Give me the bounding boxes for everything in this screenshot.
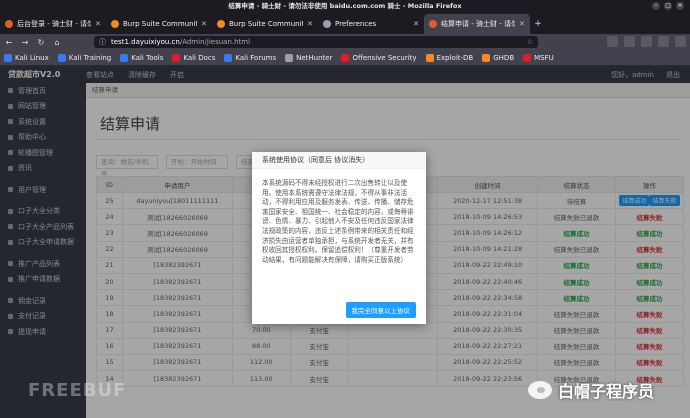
browser-tab-active[interactable]: 结算申请 - 骑士财 - 请勿法非✕ [424, 14, 530, 34]
watermark-text: 白帽子程序员 [558, 382, 655, 401]
bookmark-favicon-icon [341, 53, 350, 62]
new-tab-icon[interactable]: + [530, 14, 546, 34]
tab-close-icon[interactable]: ✕ [519, 20, 525, 28]
extension-icon[interactable] [641, 36, 652, 47]
watermark-left: FREEBUF [28, 380, 127, 401]
navigation-bar: ← → ↻ ⌂ ⓘ test1.dayuixiyou.cn/Admin/jies… [0, 34, 690, 50]
bookmark-label: GHDB [493, 53, 515, 62]
bookmark-item[interactable]: NetHunter [285, 53, 333, 62]
bookmark-item[interactable]: MSFU [523, 53, 554, 62]
bookmark-favicon-icon [120, 53, 129, 62]
tab-close-icon[interactable]: ✕ [413, 20, 419, 28]
bookmark-favicon-icon [523, 53, 532, 62]
forward-arrow-icon[interactable]: → [20, 38, 30, 47]
watermark: 白帽子程序员 [528, 378, 654, 402]
bookmark-label: Kali Forums [235, 53, 277, 62]
reload-icon[interactable]: ↻ [36, 38, 46, 47]
agreement-dialog: 系统使用协议（同意后 协议消失） 本系统源码不得未经授权进行二次出售转让以及使用… [252, 152, 426, 324]
tab-favicon-icon [429, 20, 437, 28]
bookmark-label: Kali Training [68, 53, 112, 62]
browser-tab[interactable]: Burp Suite Community E ✕ [106, 14, 212, 34]
tab-bar: 后台登录 - 骑士财 - 请勿法非✕ Burp Suite Community … [0, 12, 690, 34]
bookmark-label: MSFU [534, 53, 554, 62]
bookmark-label: Kali Docs [183, 53, 216, 62]
tab-title: Burp Suite Community E [123, 20, 197, 28]
back-arrow-icon[interactable]: ← [4, 38, 14, 47]
downloads-icon[interactable] [607, 36, 618, 47]
tab-title: Burp Suite Community E [229, 20, 303, 28]
bookmark-item[interactable]: Kali Training [57, 53, 112, 62]
dialog-title: 系统使用协议（同意后 协议消失） [252, 152, 426, 169]
bookmarks-toolbar: Kali Linux Kali Training Kali Tools Kali… [0, 50, 690, 66]
window-title-bar: 结算申请 - 骑士财 - 请勿法非使用 baidu.com.com 骑士 - M… [0, 0, 690, 12]
browser-tab[interactable]: Burp Suite Community E ✕ [212, 14, 318, 34]
bookmark-label: Offensive Security [352, 53, 417, 62]
bookmark-item[interactable]: Kali Tools [120, 53, 164, 62]
extension-icon[interactable] [658, 36, 669, 47]
window-title: 结算申请 - 骑士财 - 请勿法非使用 baidu.com.com 骑士 - M… [228, 2, 462, 10]
url-bar[interactable]: ⓘ test1.dayuixiyou.cn/Admin/jiesuan.html… [94, 36, 538, 48]
close-icon[interactable]: × [676, 2, 684, 10]
extension-icon[interactable] [624, 36, 635, 47]
tab-close-icon[interactable]: ✕ [95, 20, 101, 28]
page-info-icon[interactable]: ⓘ [99, 37, 106, 47]
tab-title: 后台登录 - 骑士财 - 请勿法非 [17, 20, 92, 28]
tab-favicon-icon [323, 20, 331, 28]
tab-favicon-icon [217, 20, 225, 28]
bookmark-favicon-icon [425, 53, 434, 62]
browser-tab[interactable]: Preferences ✕ [318, 14, 424, 34]
bookmark-label: Kali Tools [131, 53, 164, 62]
bookmark-favicon-icon [285, 53, 294, 62]
browser-tab[interactable]: 后台登录 - 骑士财 - 请勿法非✕ [0, 14, 106, 34]
bookmark-label: Kali Linux [15, 53, 49, 62]
bookmark-label: NetHunter [296, 53, 333, 62]
tab-title: Preferences [335, 20, 377, 28]
agree-button[interactable]: 我完全同意以上协议 [345, 302, 416, 318]
url-path: /Admin/jiesuan.html [179, 38, 251, 46]
bookmark-star-icon[interactable]: ☆ [527, 38, 533, 46]
tab-favicon-icon [5, 20, 13, 28]
dialog-body: 本系统源码不得未经授权进行二次出售转让以及使用。使用本系统需遵守法律法规，不得从… [262, 179, 414, 264]
home-icon[interactable]: ⌂ [52, 38, 62, 47]
bookmark-item[interactable]: Kali Forums [224, 53, 277, 62]
bookmark-item[interactable]: Kali Linux [4, 53, 49, 62]
bookmark-item[interactable]: Offensive Security [341, 53, 417, 62]
bookmark-item[interactable]: GHDB [482, 53, 515, 62]
toolbar-extensions [607, 36, 686, 47]
bookmark-label: Exploit-DB [436, 53, 474, 62]
bookmark-favicon-icon [172, 53, 181, 62]
tab-favicon-icon [111, 20, 119, 28]
bookmark-item[interactable]: Kali Docs [172, 53, 216, 62]
tab-title: 结算申请 - 骑士财 - 请勿法非 [441, 20, 516, 28]
bookmark-item[interactable]: Exploit-DB [425, 53, 474, 62]
bookmark-favicon-icon [224, 53, 233, 62]
minimize-icon[interactable]: – [652, 2, 660, 10]
bookmark-favicon-icon [482, 53, 491, 62]
wechat-logo-icon [528, 381, 552, 399]
tab-close-icon[interactable]: ✕ [201, 20, 207, 28]
maximize-icon[interactable]: □ [664, 2, 672, 10]
menu-icon[interactable] [675, 36, 686, 47]
window-controls: – □ × [652, 2, 684, 10]
url-host: test1.dayuixiyou.cn [111, 38, 180, 46]
bookmark-favicon-icon [57, 53, 66, 62]
tab-close-icon[interactable]: ✕ [307, 20, 313, 28]
bookmark-favicon-icon [4, 53, 12, 62]
